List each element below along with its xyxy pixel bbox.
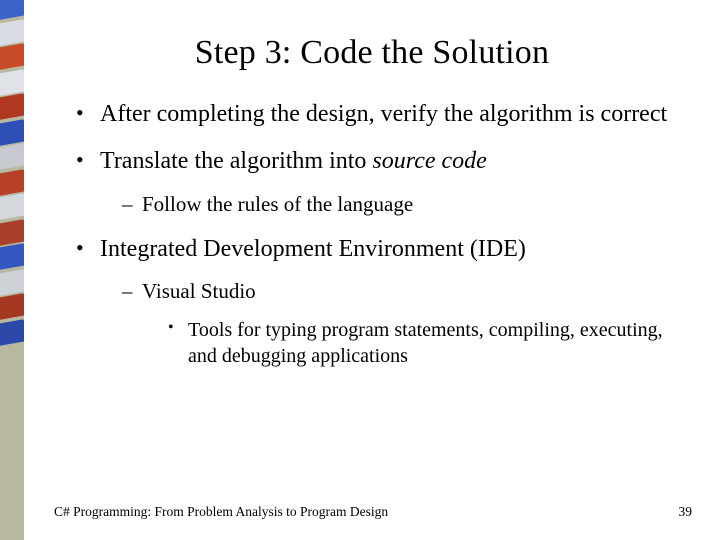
sub-bullet-item: Follow the rules of the language	[124, 191, 676, 217]
slide-footer: C# Programming: From Problem Analysis to…	[54, 504, 692, 520]
decorative-sidebar	[0, 0, 24, 540]
sub-bullet-list: Follow the rules of the language	[100, 191, 676, 217]
slide-title: Step 3: Code the Solution	[24, 34, 720, 72]
footer-source: C# Programming: From Problem Analysis to…	[54, 504, 388, 520]
sub-bullet-list: Visual Studio Tools for typing program s…	[100, 278, 676, 369]
bullet-item: Integrated Development Environment (IDE)…	[72, 235, 676, 370]
sub-bullet-text: Visual Studio	[142, 279, 256, 303]
bullet-text: Translate the algorithm into	[100, 148, 372, 174]
bullet-item: After completing the design, verify the …	[72, 100, 676, 129]
bullet-item: Translate the algorithm into source code…	[72, 147, 676, 217]
sub-bullet-item: Visual Studio Tools for typing program s…	[124, 278, 676, 369]
sub2-bullet-item: Tools for typing program statements, com…	[170, 318, 676, 369]
slide-content: Step 3: Code the Solution After completi…	[24, 0, 720, 540]
bullet-italic: source code	[372, 148, 486, 174]
bullet-text: After completing the design, verify the …	[100, 101, 667, 127]
sub2-bullet-text: Tools for typing program statements, com…	[188, 319, 663, 367]
sub-bullet-text: Follow the rules of the language	[142, 192, 413, 216]
sub2-bullet-list: Tools for typing program statements, com…	[142, 318, 676, 369]
bullet-text: Integrated Development Environment (IDE)	[100, 236, 526, 262]
bullet-list: After completing the design, verify the …	[24, 100, 720, 369]
footer-page-number: 39	[679, 504, 693, 520]
